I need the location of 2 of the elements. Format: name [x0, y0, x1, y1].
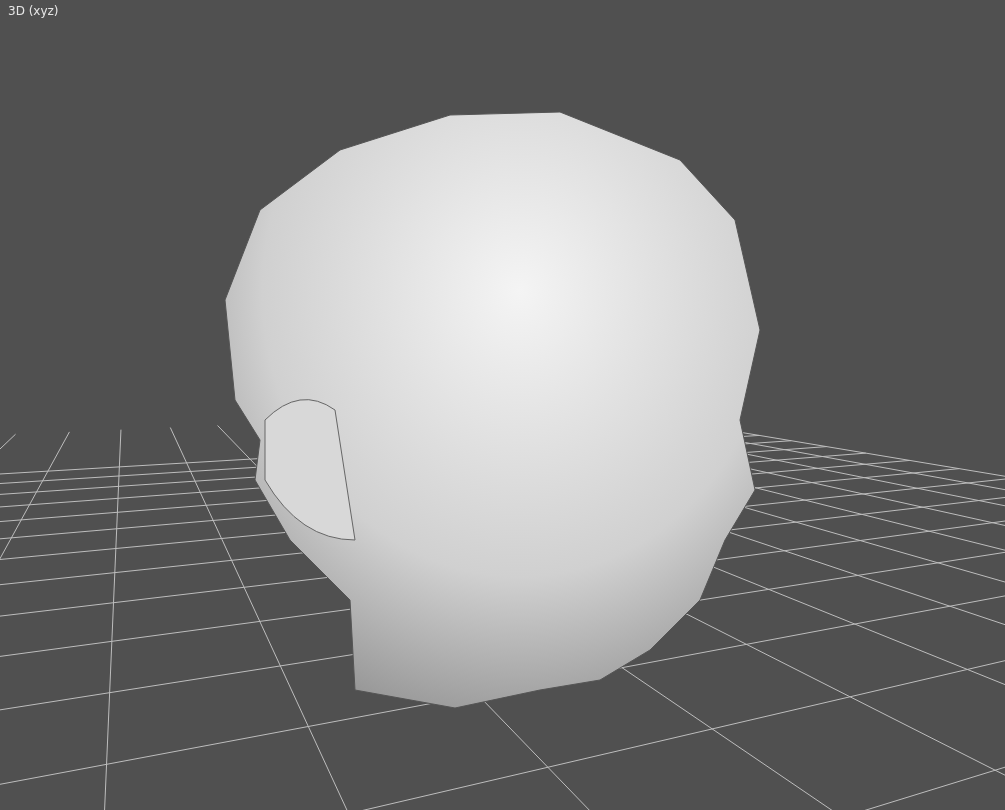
head-model-drawing[interactable] [224, 111, 761, 709]
viewport-label: 3D (xyz) [8, 4, 59, 18]
